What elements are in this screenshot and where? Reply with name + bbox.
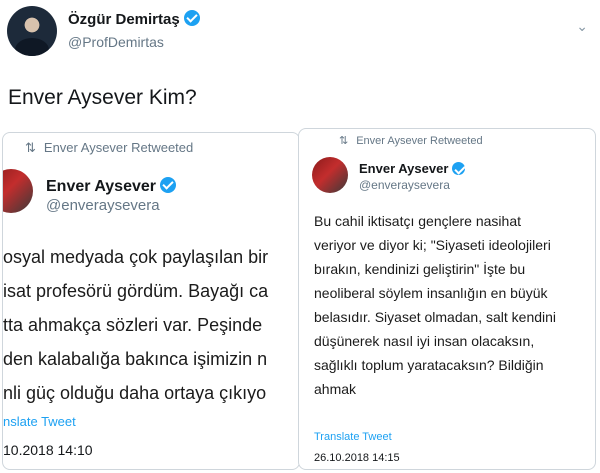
left-card-line: den kalabalığa bakınca işimizin n <box>3 349 268 369</box>
right-card-author-name: Enver Aysever <box>359 161 449 176</box>
left-card-name-row: Enver Aysever <box>46 177 176 196</box>
right-card-line: bırakın, kendinizi geliştirin" İşte bu <box>314 261 526 277</box>
right-card-line: sağlıklı toplum yaratacaksın? Bildiğin <box>314 357 544 373</box>
author-name[interactable]: Özgür Demirtaş <box>68 11 180 28</box>
right-card-avatar <box>312 157 348 193</box>
right-retweet-row: ⇅ Enver Aysever Retweeted <box>339 134 483 147</box>
left-retweet-row: ⇅ Enver Aysever Retweeted <box>25 140 193 156</box>
right-card-line: düşünerek nasıl iyi insan olacaksın, <box>314 333 535 349</box>
right-card-date: 26.10.2018 14:15 <box>314 452 400 464</box>
left-card-avatar <box>3 169 33 213</box>
right-card-line: ahmak <box>314 381 357 397</box>
verified-badge-icon <box>452 162 466 175</box>
left-card-line: isat profesörü gördüm. Bayağı ca <box>3 281 269 301</box>
left-translate-link[interactable]: nslate Tweet <box>3 414 76 429</box>
left-retweet-label: Enver Aysever Retweeted <box>43 140 194 155</box>
right-translate-link[interactable]: Translate Tweet <box>314 431 392 443</box>
author-name-row[interactable]: Özgür Demirtaş <box>68 10 200 28</box>
right-card-line: Bu cahil iktisatçı gençlere nasihat <box>314 213 521 229</box>
left-card-line: nli güç olduğu daha ortaya çıkıyo <box>3 383 267 403</box>
right-card-line: veriyor ve diyor ki; "Siyaseti ideolojil… <box>314 237 551 253</box>
right-retweet-label: Enver Aysever Retweeted <box>356 135 483 147</box>
right-card-author-handle: @enveraysevera <box>359 178 450 192</box>
retweet-icon: ⇅ <box>339 135 349 147</box>
left-screenshot-card[interactable]: ⇅ Enver Aysever Retweeted Enver Aysever @… <box>2 132 300 470</box>
left-card-line: tta ahmakça sözleri var. Peşinde <box>3 315 263 335</box>
left-card-author-handle: @enveraysevera <box>46 197 160 214</box>
author-avatar[interactable] <box>7 6 57 56</box>
right-card-name-row: Enver Aysever <box>359 161 466 176</box>
tweet-text: Enver Aysever Kim? <box>8 86 197 109</box>
right-card-line: belasıdır. Siyaset olmadan, salt kendini <box>314 309 557 325</box>
left-card-line: osyal medyada çok paylaşılan bir <box>3 247 269 267</box>
right-card-line: neoliberal söylem insanlığın en büyük <box>314 285 548 301</box>
left-card-date: 10.2018 14:10 <box>3 442 93 458</box>
verified-badge-icon <box>183 10 200 26</box>
right-screenshot-card[interactable]: ⇅ Enver Aysever Retweeted Enver Aysever @… <box>298 128 596 470</box>
author-handle[interactable]: @ProfDemirtas <box>68 34 164 50</box>
verified-badge-icon <box>160 177 176 193</box>
left-card-author-name: Enver Aysever <box>46 178 156 195</box>
chevron-down-icon[interactable]: ⌄ <box>576 18 588 35</box>
retweet-icon: ⇅ <box>25 140 36 155</box>
